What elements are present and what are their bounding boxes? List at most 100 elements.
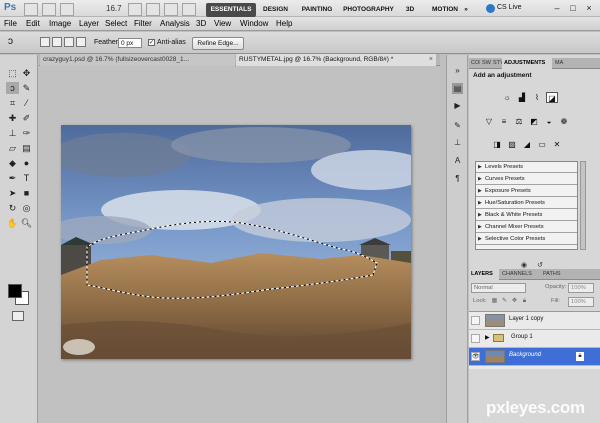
tab-crazyguy[interactable]: crazyguy1.psd @ 16.7% (fullsizeovercast0… xyxy=(40,54,235,66)
hand-tool-button[interactable] xyxy=(128,3,142,16)
presets-scrollbar[interactable] xyxy=(580,161,586,250)
foreground-color-swatch[interactable] xyxy=(8,284,22,298)
tab-layers[interactable]: LAYERS xyxy=(469,269,499,280)
arrange-documents-button[interactable] xyxy=(164,3,178,16)
visibility-toggle[interactable] xyxy=(471,334,480,343)
black-white-icon[interactable]: ◩ xyxy=(528,116,540,127)
intersect-selection-icon[interactable] xyxy=(76,37,86,47)
list-item[interactable]: ▶ Channel Mixer Presets xyxy=(476,222,577,233)
layer-row[interactable]: 👁︎ Background 🔒︎ xyxy=(469,348,600,366)
clone-source-panel-icon[interactable]: ⊥ xyxy=(452,137,463,148)
list-item[interactable]: ▶ Selective Color Presets xyxy=(476,234,577,245)
pen-tool-icon[interactable]: ✒ xyxy=(6,172,19,184)
color-balance-icon[interactable]: ⚖ xyxy=(513,116,525,127)
eraser-tool-icon[interactable]: ▱ xyxy=(6,142,19,154)
history-panel-icon[interactable]: ▤ xyxy=(452,83,463,94)
menu-filter[interactable]: Filter xyxy=(134,19,152,28)
zoom-level[interactable]: 16.7 xyxy=(106,4,122,13)
canvas-area[interactable] xyxy=(39,67,440,423)
menu-image[interactable]: Image xyxy=(49,19,71,28)
lock-image-icon[interactable]: ✎ xyxy=(501,298,508,305)
workspace-more-icon[interactable]: » xyxy=(462,3,470,17)
blend-mode-select[interactable]: Normal xyxy=(471,283,526,293)
visibility-toggle[interactable] xyxy=(471,316,480,325)
gradient-tool-icon[interactable]: ▤ xyxy=(20,142,33,154)
antialias-checkbox[interactable]: ✓ xyxy=(148,39,155,46)
path-selection-tool-icon[interactable]: ➤ xyxy=(6,187,19,199)
move-tool-icon[interactable]: ✥ xyxy=(20,67,33,79)
shape-tool-icon[interactable]: ■ xyxy=(20,187,33,199)
launch-minibridge-button[interactable] xyxy=(42,3,56,16)
document-image[interactable] xyxy=(61,125,411,359)
menu-view[interactable]: View xyxy=(214,19,231,28)
new-selection-icon[interactable] xyxy=(40,37,50,47)
layer-row[interactable]: Layer 1 copy xyxy=(469,312,600,330)
3d-rotate-tool-icon[interactable]: ↻ xyxy=(6,202,19,214)
posterize-icon[interactable]: ▨ xyxy=(506,139,518,150)
screen-mode-button[interactable] xyxy=(182,3,196,16)
blur-tool-icon[interactable]: ◆ xyxy=(6,157,19,169)
brightness-contrast-icon[interactable]: ☼ xyxy=(501,92,513,103)
exposure-icon[interactable]: ◪ xyxy=(546,92,558,103)
type-tool-icon[interactable]: T xyxy=(20,172,33,184)
marquee-tool-icon[interactable]: ⬚ xyxy=(6,67,19,79)
menu-edit[interactable]: Edit xyxy=(26,19,40,28)
maximize-button[interactable]: □ xyxy=(567,3,579,15)
lock-position-icon[interactable]: ✥ xyxy=(511,298,518,305)
menu-file[interactable]: File xyxy=(4,19,17,28)
subtract-selection-icon[interactable] xyxy=(64,37,74,47)
tab-styles[interactable]: STY xyxy=(491,58,502,69)
menu-analysis[interactable]: Analysis xyxy=(160,19,190,28)
add-to-selection-icon[interactable] xyxy=(52,37,62,47)
lock-transparency-icon[interactable]: ▦ xyxy=(491,298,498,305)
menu-window[interactable]: Window xyxy=(240,19,268,28)
launch-bridge-button[interactable] xyxy=(24,3,38,16)
feather-input[interactable]: 0 px xyxy=(118,38,142,48)
tab-channels[interactable]: CHANNELS xyxy=(500,269,540,280)
workspace-motion[interactable]: MOTION xyxy=(430,3,460,17)
hand-tool-icon[interactable]: ✋ xyxy=(6,217,19,229)
brush-panel-icon[interactable]: ✎ xyxy=(452,120,463,131)
close-tab-icon[interactable]: × xyxy=(429,54,433,66)
fill-input[interactable]: 100% xyxy=(568,297,594,307)
3d-orbit-tool-icon[interactable]: ◎ xyxy=(20,202,33,214)
lasso-preset-icon[interactable]: ↄ xyxy=(8,37,18,47)
quick-mask-button[interactable] xyxy=(12,311,24,321)
opacity-input[interactable]: 100% xyxy=(568,283,594,293)
view-extras-button[interactable] xyxy=(60,3,74,16)
dodge-tool-icon[interactable]: ● xyxy=(20,157,33,169)
vibrance-icon[interactable]: ▽ xyxy=(483,116,495,127)
list-item[interactable]: ▶ Exposure Presets xyxy=(476,186,577,197)
expand-arrow-icon[interactable]: ▶ xyxy=(485,334,490,341)
list-item[interactable]: ▶ Black & White Presets xyxy=(476,210,577,221)
brush-tool-icon[interactable]: ✐ xyxy=(20,112,33,124)
threshold-icon[interactable]: ◢ xyxy=(521,139,533,150)
character-panel-icon[interactable]: A xyxy=(452,155,463,166)
zoom-tool-icon[interactable]: 🔍︎ xyxy=(20,217,33,229)
quick-selection-tool-icon[interactable]: ✎ xyxy=(20,82,33,94)
menu-layer[interactable]: Layer xyxy=(79,19,99,28)
actions-panel-icon[interactable]: ▶ xyxy=(452,100,463,111)
tab-color[interactable]: COL xyxy=(469,58,480,69)
refine-edge-button[interactable]: Refine Edge... xyxy=(192,37,244,50)
tab-adjustments[interactable]: ADJUSTMENTS xyxy=(502,58,552,69)
workspace-3d[interactable]: 3D xyxy=(403,3,417,17)
minimize-button[interactable]: – xyxy=(551,3,563,15)
eye-icon[interactable]: 👁︎ xyxy=(471,352,480,361)
tab-rustymetal[interactable]: RUSTYMETAL.jpg @ 16.7% (Background, RGB/… xyxy=(236,54,436,66)
workspace-essentials[interactable]: ESSENTIALS xyxy=(206,3,256,17)
tab-swatches[interactable]: SWA xyxy=(480,58,491,69)
cs-live-button[interactable]: CS Live xyxy=(497,4,522,11)
workspace-photography[interactable]: PHOTOGRAPHY xyxy=(341,3,396,17)
curves-icon[interactable]: ⌇ xyxy=(531,92,543,103)
invert-icon[interactable]: ◨ xyxy=(491,139,503,150)
menu-3d[interactable]: 3D xyxy=(196,19,206,28)
tab-paths[interactable]: PATHS xyxy=(541,269,569,280)
healing-brush-tool-icon[interactable]: ✚ xyxy=(6,112,19,124)
crop-tool-icon[interactable]: ⌗ xyxy=(6,97,19,109)
workspace-painting[interactable]: PAINTING xyxy=(296,3,338,17)
tab-masks[interactable]: MA xyxy=(553,58,567,69)
paragraph-panel-icon[interactable]: ¶ xyxy=(452,173,463,184)
hue-saturation-icon[interactable]: ≡ xyxy=(498,116,510,127)
close-button[interactable]: × xyxy=(583,3,595,15)
